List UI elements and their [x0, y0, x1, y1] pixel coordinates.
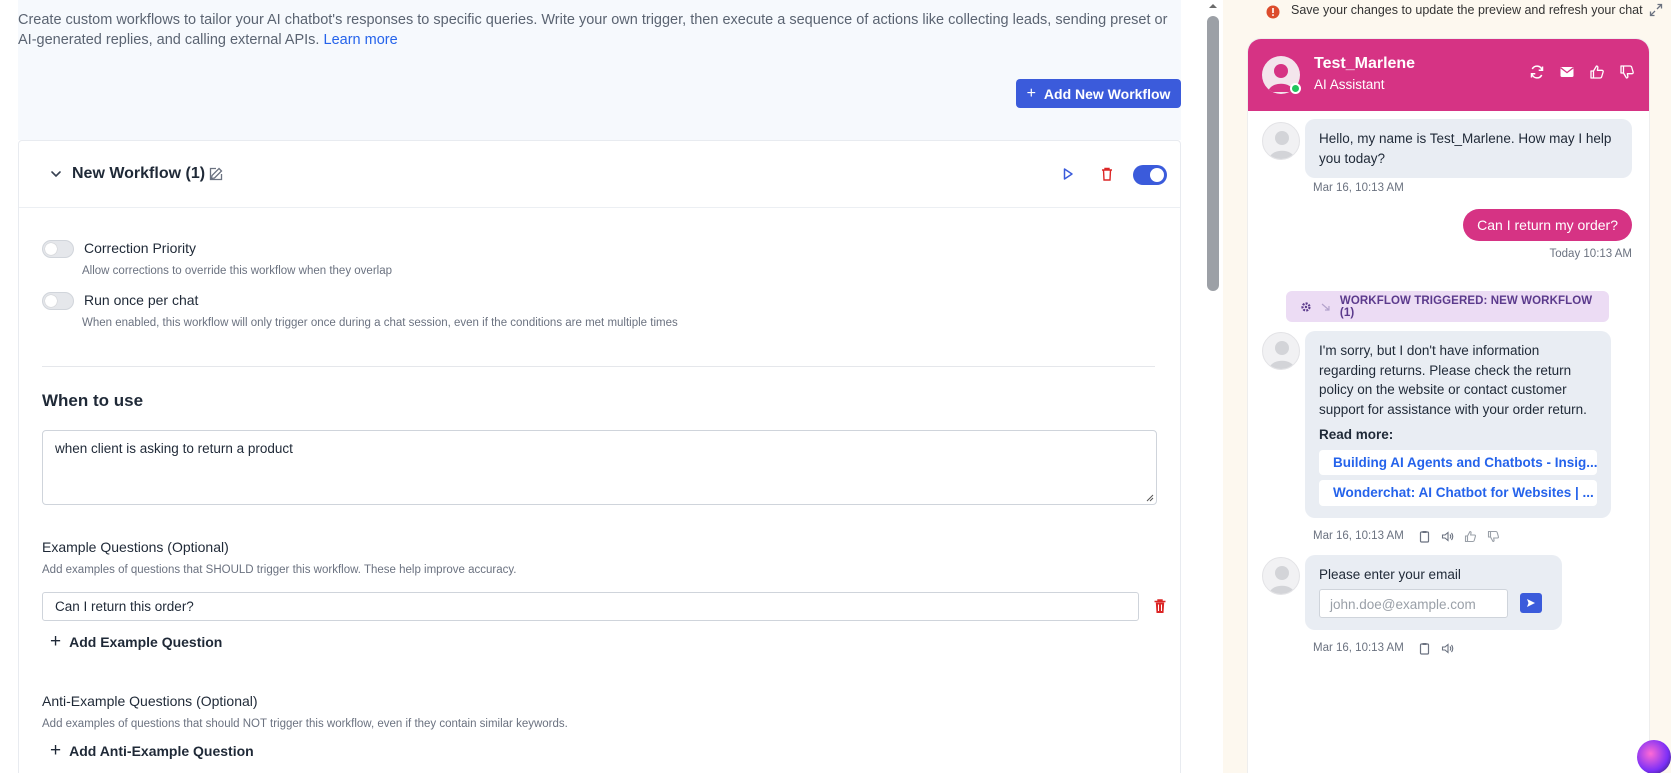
bot-avatar [1262, 557, 1300, 595]
warning-icon [1266, 5, 1280, 19]
message-actions [1418, 642, 1454, 655]
arrow-icon [1321, 303, 1330, 311]
trash-icon[interactable] [1099, 166, 1115, 182]
assistant-orb-icon[interactable] [1637, 740, 1671, 773]
message-actions [1418, 530, 1500, 543]
run-once-label: Run once per chat [84, 292, 199, 308]
user-silhouette-icon [1269, 566, 1295, 594]
edit-icon[interactable] [208, 166, 224, 182]
user-message: Can I return my order? [1463, 209, 1632, 241]
speaker-icon[interactable] [1441, 642, 1454, 655]
add-anti-example-question-label: Add Anti-Example Question [69, 743, 254, 759]
chat-header-actions [1529, 64, 1635, 80]
add-new-workflow-label: Add New Workflow [1043, 85, 1171, 102]
intro-description: Create custom workflows to tailor your A… [18, 12, 1168, 48]
bot-message: I'm sorry, but I don't have information … [1305, 331, 1611, 518]
divider [42, 366, 1155, 367]
thumbs-up-icon[interactable] [1589, 64, 1605, 80]
when-to-use-textarea[interactable]: when client is asking to return a produc… [42, 430, 1157, 505]
run-once-toggle[interactable] [42, 292, 74, 310]
clipboard-icon[interactable] [1418, 530, 1431, 543]
email-prompt-text: Please enter your email [1319, 567, 1461, 582]
user-silhouette-icon [1269, 341, 1295, 369]
example-questions-desc: Add examples of questions that SHOULD tr… [42, 564, 517, 576]
bot-name: Test_Marlene [1314, 55, 1416, 72]
email-input[interactable]: john.doe@example.com [1319, 589, 1508, 618]
anti-example-questions-desc: Add examples of questions that should NO… [42, 718, 568, 730]
workflow-enabled-toggle[interactable] [1133, 165, 1167, 185]
when-to-use-title: When to use [42, 391, 144, 410]
correction-priority-toggle[interactable] [42, 240, 74, 258]
message-timestamp: Mar 16, 10:13 AM [1313, 642, 1404, 654]
read-more-label: Read more: [1319, 427, 1394, 442]
save-warning-text: Save your changes to update the preview … [1291, 3, 1643, 17]
send-icon [1527, 599, 1535, 607]
bot-avatar [1262, 332, 1300, 370]
refresh-icon[interactable] [1529, 64, 1545, 80]
thumbs-down-icon[interactable] [1487, 530, 1500, 543]
correction-priority-desc: Allow corrections to override this workf… [82, 265, 392, 277]
run-once-desc: When enabled, this workflow will only tr… [82, 317, 678, 329]
expand-icon[interactable] [1648, 2, 1664, 18]
user-message-text: Can I return my order? [1477, 217, 1618, 233]
learn-more-link[interactable]: Learn more [324, 32, 398, 48]
bot-message-text: Hello, my name is Test_Marlene. How may … [1319, 131, 1612, 166]
email-capture-message: Please enter your email john.doe@example… [1305, 555, 1562, 630]
chat-widget: Test_Marlene AI Assistant Hello, my name… [1247, 38, 1650, 773]
trash-icon[interactable] [1153, 598, 1167, 614]
plus-icon: + [50, 631, 62, 652]
plus-icon: + [1026, 84, 1036, 102]
anti-example-questions-label: Anti-Example Questions (Optional) [42, 693, 258, 709]
message-timestamp: Today 10:13 AM [1549, 248, 1632, 260]
source-link-text: Building AI Agents and Chatbots - Insig.… [1333, 454, 1597, 470]
add-anti-example-question-button[interactable]: + Add Anti-Example Question [50, 740, 254, 761]
speaker-icon[interactable] [1441, 530, 1454, 543]
source-link-text: Wonderchat: AI Chatbot for Websites | ..… [1333, 485, 1594, 500]
user-silhouette-icon [1269, 131, 1295, 159]
chat-preview-panel: Save your changes to update the preview … [1223, 0, 1671, 773]
thumbs-up-icon[interactable] [1464, 530, 1477, 543]
workflow-card: New Workflow (1) Correction Priority All… [18, 140, 1181, 773]
add-new-workflow-button[interactable]: + Add New Workflow [1016, 79, 1181, 108]
correction-priority-label: Correction Priority [84, 240, 197, 256]
bot-avatar [1262, 122, 1300, 160]
message-timestamp: Mar 16, 10:13 AM [1313, 182, 1404, 194]
source-link[interactable]: Building AI Agents and Chatbots - Insig.… [1319, 449, 1597, 475]
workflow-title: New Workflow (1) [72, 165, 206, 182]
resize-grip-icon[interactable] [1146, 494, 1154, 502]
add-example-question-label: Add Example Question [69, 634, 223, 650]
add-example-question-button[interactable]: + Add Example Question [50, 631, 223, 652]
example-question-input[interactable]: Can I return this order? [42, 592, 1139, 621]
send-email-button[interactable] [1520, 593, 1542, 613]
example-questions-label: Example Questions (Optional) [42, 539, 229, 555]
envelope-icon[interactable] [1559, 64, 1575, 80]
clipboard-icon[interactable] [1418, 642, 1431, 655]
plus-icon: + [50, 740, 62, 761]
online-status-dot [1290, 83, 1301, 94]
message-timestamp: Mar 16, 10:13 AM [1313, 530, 1404, 542]
intro-text: Create custom workflows to tailor your A… [18, 10, 1168, 50]
bot-message: Hello, my name is Test_Marlene. How may … [1305, 119, 1632, 178]
workflow-header: New Workflow (1) [19, 141, 1180, 208]
workflow-editor: Create custom workflows to tailor your A… [0, 0, 1205, 773]
source-link[interactable]: Wonderchat: AI Chatbot for Websites | ..… [1319, 480, 1597, 506]
play-icon[interactable] [1060, 166, 1076, 182]
bot-message-text: I'm sorry, but I don't have information … [1319, 343, 1587, 417]
thumbs-down-icon[interactable] [1619, 64, 1635, 80]
bot-subtitle: AI Assistant [1314, 77, 1385, 92]
gear-icon [1301, 301, 1311, 312]
workflow-badge-text: WORKFLOW TRIGGERED: NEW WORKFLOW (1) [1339, 294, 1593, 319]
workflow-triggered-badge: WORKFLOW TRIGGERED: NEW WORKFLOW (1) [1286, 291, 1609, 322]
chevron-down-icon[interactable] [49, 167, 63, 181]
scrollbar-thumb[interactable] [1207, 16, 1219, 291]
when-to-use-value: when client is asking to return a produc… [55, 441, 293, 456]
chat-header: Test_Marlene AI Assistant [1248, 39, 1649, 111]
scroll-up-arrow-icon[interactable] [1206, 1, 1220, 11]
